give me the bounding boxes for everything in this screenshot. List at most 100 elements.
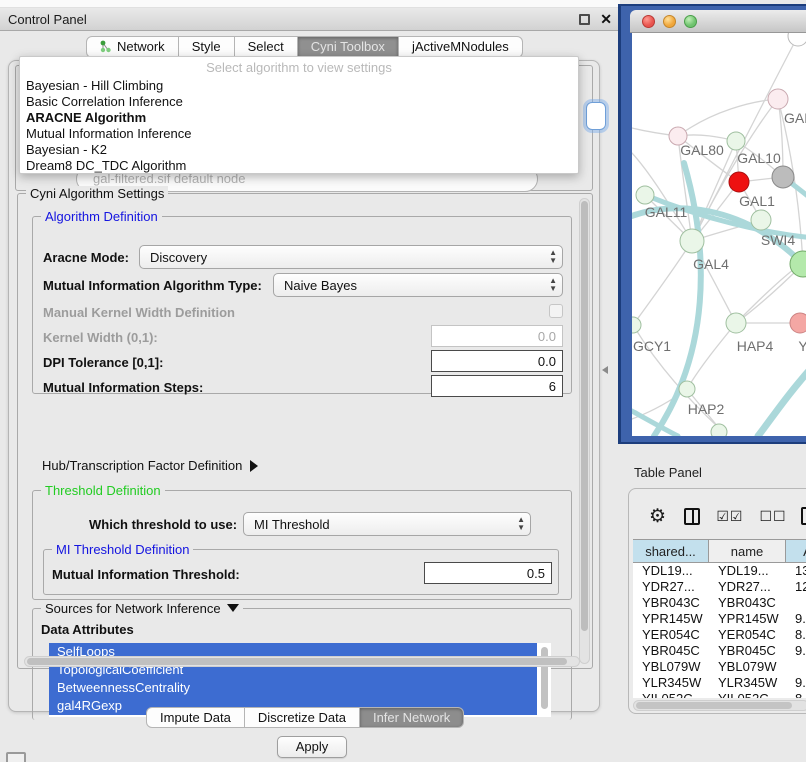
table-cell: 8: [786, 691, 806, 698]
network-node-red-node[interactable]: [729, 172, 749, 192]
close-icon[interactable]: ✕: [600, 12, 612, 26]
gear-icon[interactable]: ⚙: [649, 505, 666, 528]
tab-select[interactable]: Select: [235, 36, 298, 58]
kernel-width-label: Kernel Width (0,1):: [43, 330, 158, 345]
network-node-gal11[interactable]: [636, 186, 654, 204]
column-header[interactable]: shared...: [633, 540, 709, 562]
algorithm-option[interactable]: Basic Correlation Inference: [20, 94, 578, 110]
table-cell: YBR045C: [633, 643, 709, 659]
table-cell: YDL19...: [709, 563, 786, 579]
tab-network[interactable]: Network: [86, 36, 179, 58]
algorithm-option[interactable]: Dream8 DC_TDC Algorithm: [20, 158, 578, 174]
algorithm-option[interactable]: Bayesian - Hill Climbing: [20, 78, 578, 94]
traffic-light-close-icon[interactable]: [642, 15, 655, 28]
dpi-tolerance-value: 0.0: [538, 354, 556, 369]
network-node-gcy1[interactable]: [632, 317, 641, 333]
settings-horizontal-scrollbar[interactable]: [24, 656, 580, 667]
data-attributes-list: SelfLoopsTopologicalCoefficientBetweenne…: [49, 643, 551, 717]
aracne-mode-combo[interactable]: Discovery ▲▼: [139, 245, 563, 269]
tab-impute-data[interactable]: Impute Data: [146, 707, 245, 728]
network-node-bottom-node[interactable]: [711, 424, 727, 436]
table-cell: YBR043C: [709, 595, 786, 611]
algorithm-option[interactable]: ARACNE Algorithm: [20, 110, 578, 126]
table-panel: ⚙ ☑☑ ☐☐ shared...nameA YDL19...YDL19...1…: [628, 488, 806, 714]
tab-style[interactable]: Style: [179, 36, 235, 58]
table-row[interactable]: YBR045CYBR045C9.: [633, 643, 806, 659]
algorithm-option[interactable]: Bayesian - K2: [20, 142, 578, 158]
tab-infer-network[interactable]: Infer Network: [360, 707, 464, 728]
apply-button[interactable]: Apply: [277, 736, 347, 758]
table-row[interactable]: YER054CYER054C8.: [633, 627, 806, 643]
tab-jactivemnodules[interactable]: jActiveMNodules: [399, 36, 523, 58]
table-mode-icon[interactable]: [801, 507, 806, 525]
column-header[interactable]: name: [709, 540, 786, 562]
mi-type-label: Mutual Information Algorithm Type:: [43, 278, 262, 293]
which-threshold-value: MI Threshold: [254, 517, 330, 532]
sources-title[interactable]: Sources for Network Inference: [41, 601, 243, 616]
network-canvas[interactable]: GALGAL80GAL10GAL1GAL11SWI4GAL4GCY1HAP4YH…: [632, 33, 806, 436]
dpi-tolerance-field[interactable]: 0.0: [431, 350, 563, 372]
focused-spinner[interactable]: [586, 102, 606, 130]
table-row[interactable]: YLR345WYLR345W9.: [633, 675, 806, 691]
mi-steps-label: Mutual Information Steps:: [43, 380, 203, 395]
node-label-swi4: SWI4: [761, 232, 795, 248]
docked-panel-icon[interactable]: [6, 752, 26, 762]
network-node-gal1[interactable]: [751, 210, 771, 230]
table-body: YDL19...YDL19...13YDR27...YDR27...12YBR0…: [633, 563, 806, 698]
mi-threshold-field[interactable]: 0.5: [424, 562, 552, 584]
traffic-light-zoom-icon[interactable]: [684, 15, 697, 28]
column-header[interactable]: A: [786, 540, 806, 562]
table-cell: 9.: [786, 611, 806, 627]
threshold-definition-title: Threshold Definition: [41, 483, 165, 498]
float-panel-icon[interactable]: [579, 14, 590, 25]
network-edge[interactable]: [758, 365, 806, 436]
table-row[interactable]: YIL052CYIL052C8: [633, 691, 806, 698]
settings-vertical-scrollbar[interactable]: [579, 198, 590, 664]
table-row[interactable]: YBR043CYBR043C: [633, 595, 806, 611]
network-node-gal4[interactable]: [680, 229, 704, 253]
network-node-gal10[interactable]: [727, 132, 745, 150]
table-panel-title: Table Panel: [634, 465, 702, 480]
algorithm-option[interactable]: Mutual Information Inference: [20, 126, 578, 142]
manual-kernel-checkbox[interactable]: [549, 304, 563, 318]
network-node-hap4[interactable]: [726, 313, 746, 333]
traffic-light-minimize-icon[interactable]: [663, 15, 676, 28]
table-row[interactable]: YBL079WYBL079W: [633, 659, 806, 675]
network-edge[interactable]: [736, 269, 794, 323]
table-cell: YLR345W: [633, 675, 709, 691]
table-cell: 13: [786, 563, 806, 579]
hub-definition-label: Hub/Transcription Factor Definition: [42, 458, 242, 473]
mi-steps-field[interactable]: 6: [431, 375, 563, 397]
table-cell: YPR145W: [709, 611, 786, 627]
which-threshold-combo[interactable]: MI Threshold ▲▼: [243, 512, 531, 536]
network-node-gal7[interactable]: [768, 89, 788, 109]
unchecked-checkboxes-icon[interactable]: ☐☐: [759, 508, 786, 525]
table-horizontal-scrollbar[interactable]: [633, 700, 806, 711]
checked-checkboxes-icon[interactable]: ☑☑: [716, 508, 743, 525]
network-node-top-right[interactable]: [788, 33, 806, 46]
kernel-width-field[interactable]: 0.0: [431, 325, 563, 347]
panel-divider-handle[interactable]: [602, 366, 608, 374]
table-cell: YBR043C: [633, 595, 709, 611]
tab-cyni-toolbox[interactable]: Cyni Toolbox: [298, 36, 399, 58]
cyni-algorithm-settings-group: Cyni Algorithm Settings Algorithm Defini…: [17, 193, 593, 669]
network-edge[interactable]: [633, 241, 692, 325]
table-row[interactable]: YDR27...YDR27...12: [633, 579, 806, 595]
hub-definition-toggle[interactable]: Hub/Transcription Factor Definition: [42, 458, 258, 473]
collapse-arrow-icon: [227, 604, 239, 612]
columns-icon[interactable]: [684, 508, 700, 525]
network-window-titlebar[interactable]: [630, 10, 806, 33]
network-node-hap2[interactable]: [679, 381, 695, 397]
data-attribute-item[interactable]: BetweennessCentrality: [49, 679, 537, 697]
network-node-salmon-node[interactable]: [790, 313, 806, 333]
mi-type-combo[interactable]: Naive Bayes ▲▼: [273, 273, 563, 297]
table-cell: YBR045C: [709, 643, 786, 659]
stepper-arrows-icon: ▲▼: [549, 249, 557, 265]
network-view-window: GALGAL80GAL10GAL1GAL11SWI4GAL4GCY1HAP4YH…: [618, 4, 806, 444]
table-cell: YDL19...: [633, 563, 709, 579]
algorithm-definition-group: Algorithm Definition Aracne Mode: Discov…: [32, 216, 572, 394]
network-node-gray-node[interactable]: [772, 166, 794, 188]
table-row[interactable]: YDL19...YDL19...13: [633, 563, 806, 579]
table-row[interactable]: YPR145WYPR145W9.: [633, 611, 806, 627]
tab-discretize-data[interactable]: Discretize Data: [245, 707, 360, 728]
